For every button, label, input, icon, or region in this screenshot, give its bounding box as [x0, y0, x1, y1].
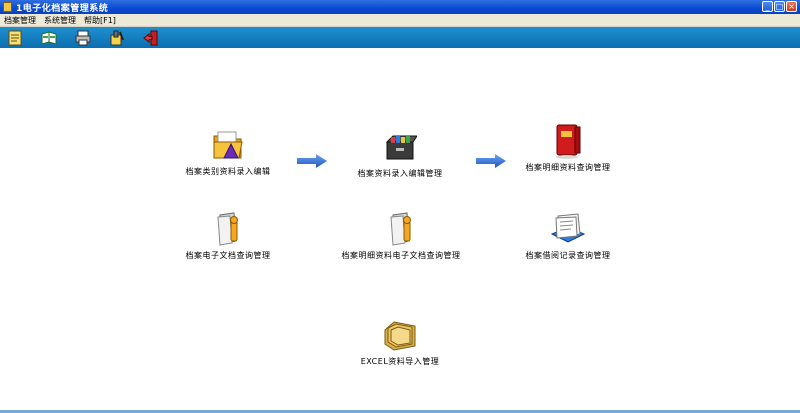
toolbar-tools-button[interactable]: [109, 30, 125, 46]
book-icon: [41, 30, 57, 45]
app-icon: [3, 2, 12, 12]
archive-box-icon: [385, 135, 417, 160]
title-bar: 1电子化档案管理系统 _ □ ×: [0, 0, 800, 14]
module-borrow-query-label: 档案借阅记录查询管理: [525, 251, 611, 260]
printer-icon: [75, 30, 91, 45]
toolbar-print-button[interactable]: [75, 30, 91, 46]
document-key-icon: [390, 212, 411, 246]
menu-bar: 档案管理 系统管理 帮助[F1]: [0, 14, 800, 27]
module-file-entry[interactable]: 档案资料录入编辑管理: [344, 130, 456, 179]
module-detail-query[interactable]: 档案明细资料查询管理: [515, 124, 621, 173]
module-excel-import-label: EXCEL资料导入管理: [360, 357, 440, 366]
window-title: 1电子化档案管理系统: [16, 3, 109, 14]
menu-help[interactable]: 帮助[F1]: [84, 15, 116, 26]
exit-door-icon: [143, 30, 158, 45]
flow-arrow-icon: [297, 154, 327, 168]
minimize-button[interactable]: _: [762, 1, 773, 12]
module-category-entry-label: 档案类别资料录入编辑: [185, 167, 271, 176]
module-file-entry-label: 档案资料录入编辑管理: [357, 169, 443, 178]
module-category-entry[interactable]: 档案类别资料录入编辑: [173, 128, 283, 177]
module-e-doc-query[interactable]: 档案电子文档查询管理: [176, 212, 280, 261]
document-icon: [8, 30, 22, 45]
maximize-button[interactable]: □: [774, 1, 785, 12]
toolbar-book-button[interactable]: [41, 30, 57, 46]
module-excel-import[interactable]: EXCEL资料导入管理: [352, 318, 448, 367]
module-e-doc-query-label: 档案电子文档查询管理: [185, 251, 271, 260]
folder-icon: [213, 131, 243, 159]
module-detail-e-doc-query-label: 档案明细资料电子文档查询管理: [341, 251, 461, 260]
module-borrow-query[interactable]: 档案借阅记录查询管理: [516, 212, 620, 261]
document-key-icon: [217, 212, 238, 246]
toolbar: [0, 27, 800, 48]
menu-archive-management[interactable]: 档案管理: [4, 15, 36, 26]
menu-system-management[interactable]: 系统管理: [44, 15, 76, 26]
module-detail-e-doc-query[interactable]: 档案明细资料电子文档查询管理: [333, 212, 469, 261]
close-button[interactable]: ×: [786, 1, 797, 12]
flow-arrow-icon: [476, 154, 506, 168]
tools-icon: [110, 30, 124, 45]
paper-stack-icon: [550, 213, 586, 243]
file-folders-icon: [384, 321, 416, 351]
toolbar-exit-button[interactable]: [143, 30, 159, 46]
red-binder-icon: [556, 124, 581, 159]
toolbar-document-button[interactable]: [7, 30, 23, 46]
module-detail-query-label: 档案明细资料查询管理: [525, 163, 611, 172]
